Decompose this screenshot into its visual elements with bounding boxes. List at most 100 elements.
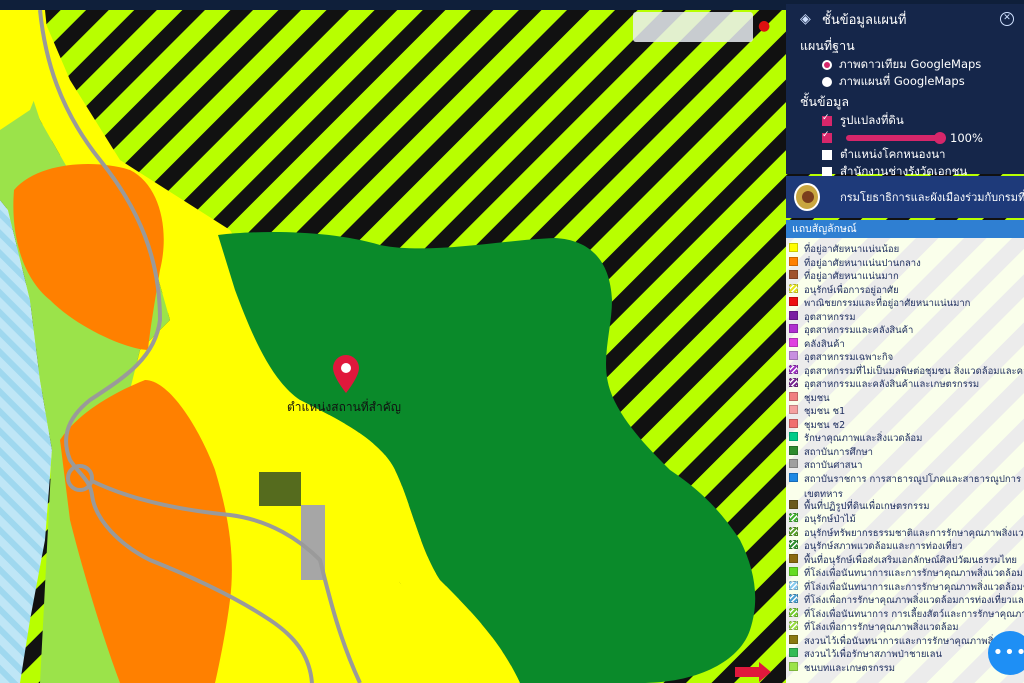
legend-swatch xyxy=(789,580,798,590)
legend-swatch xyxy=(789,445,798,455)
legend-swatch xyxy=(789,634,798,644)
radio-map[interactable] xyxy=(822,76,832,87)
legend-item: ที่โล่งเพื่อการรักษาคุณภาพสิ่งแวดล้อมการ… xyxy=(786,593,1024,607)
legend-item: อนุรักษ์ทรัพยากรธรรมชาติและการรักษาคุณภา… xyxy=(786,526,1024,540)
agency-text: กรมโยธาธิการและผังเมืองร่วมกับกรมที่ดิน xyxy=(840,191,1024,204)
legend-swatch xyxy=(789,513,798,522)
legend-title: แถบสัญลักษณ์ xyxy=(786,220,1024,238)
legend-item: ชนบทและเกษตรกรรม xyxy=(786,661,1024,675)
legend-swatch xyxy=(789,391,798,401)
legend-swatch xyxy=(789,607,798,617)
checkbox-khoknongna[interactable] xyxy=(822,149,832,160)
layer-section-title: ชั้นข้อมูล xyxy=(800,94,849,109)
close-icon[interactable]: ✕ xyxy=(1000,12,1014,26)
legend-item: อนุรักษ์เพื่อการอยู่อาศัย xyxy=(786,283,1024,297)
legend-swatch xyxy=(789,553,798,563)
legend-item: ที่โล่งเพื่อนันทนาการ การเลี้ยงสัตว์และก… xyxy=(786,607,1024,621)
radio-satellite[interactable] xyxy=(822,59,832,70)
more-button[interactable]: ••• xyxy=(988,631,1024,675)
red-arrow-icon xyxy=(735,662,771,682)
legend-swatch xyxy=(789,405,798,414)
layer-row-khoknongna[interactable]: ตำแหน่งโคกหนองนา xyxy=(786,146,1024,163)
legend-swatch xyxy=(789,337,798,347)
legend-swatch xyxy=(789,324,798,333)
layer-label: รูปแปลงที่ดิน xyxy=(840,112,904,127)
legend-item: คลังสินค้า xyxy=(786,337,1024,351)
base-option-label: ภาพแผนที่ GoogleMaps xyxy=(839,73,965,88)
legend-swatch xyxy=(789,567,798,576)
legend-list: ที่อยู่อาศัยหนาแน่นน้อย ที่อยู่อาศัยหนาแน… xyxy=(786,238,1024,674)
map-app: { "map": { "place_label": "ตำแหน่งสถานที… xyxy=(0,0,1024,683)
legend-swatch xyxy=(789,283,798,293)
legend-item: ที่โล่งเพื่อนันทนาการและการรักษาคุณภาพสิ… xyxy=(786,580,1024,594)
legend-swatch xyxy=(789,526,798,536)
land-reform-parcel xyxy=(259,472,301,506)
legend-swatch xyxy=(789,499,798,509)
opacity-slider[interactable] xyxy=(846,131,946,144)
legend-item: ชุมชน ช1 xyxy=(786,404,1024,418)
legend-swatch xyxy=(789,310,798,320)
base-map-section-title: แผนที่ฐาน xyxy=(800,38,855,53)
layers-icon: ◈ xyxy=(800,11,811,27)
legend-swatch xyxy=(789,621,798,630)
legend-item: อุตสาหกรรมและคลังสินค้า xyxy=(786,323,1024,337)
legend-swatch xyxy=(789,243,798,252)
legend-swatch xyxy=(789,270,798,279)
legend-label: สถาบันราชการ การสาธารณูปโภคและสาธารณูปกา… xyxy=(804,473,1022,500)
layer-panel: ◈ ชั้นข้อมูลแผนที่ ✕ แผนที่ฐาน ภาพดาวเที… xyxy=(786,4,1024,178)
legend-label: ชนบทและเกษตรกรรม xyxy=(804,662,896,674)
legend-item: สถาบันการศึกษา xyxy=(786,445,1024,459)
legend-item: อุตสาหกรรมเฉพาะกิจ xyxy=(786,350,1024,364)
legend-swatch xyxy=(789,648,798,657)
legend-swatch xyxy=(789,432,798,441)
legend-panel: แถบสัญลักษณ์ ที่อยู่อาศัยหนาแน่นน้อย ที่อ… xyxy=(786,220,1024,683)
legend-item: ชุมชน xyxy=(786,391,1024,405)
base-option-map[interactable]: ภาพแผนที่ GoogleMaps xyxy=(786,73,1024,90)
checkbox-parcels[interactable] xyxy=(822,113,832,126)
base-option-satellite[interactable]: ภาพดาวเทียม GoogleMaps xyxy=(786,56,1024,73)
legend-item: ที่อยู่อาศัยหนาแน่นมาก xyxy=(786,269,1024,283)
legend-item: สถาบันราชการ การสาธารณูปโภคและสาธารณูปกา… xyxy=(786,472,1022,500)
agency-logo xyxy=(794,183,821,211)
legend-item: ที่โล่งเพื่อการรักษาคุณภาพสิ่งแวดล้อม xyxy=(786,620,1024,634)
place-label: ตำแหน่งสถานที่สำคัญ xyxy=(287,400,401,414)
legend-item: รักษาคุณภาพและสิ่งแวดล้อม xyxy=(786,431,1024,445)
legend-item: ที่อยู่อาศัยหนาแน่นน้อย xyxy=(786,242,1024,256)
legend-swatch xyxy=(789,256,798,266)
legend-swatch xyxy=(789,594,798,603)
legend-swatch xyxy=(789,351,798,360)
legend-item: อนุรักษ์ป่าไม้ xyxy=(786,512,1024,526)
legend-item: อุตสาหกรรมและคลังสินค้าและเกษตรกรรม xyxy=(786,377,1024,391)
layer-panel-title: ชั้นข้อมูลแผนที่ xyxy=(822,12,907,28)
agency-banner: กรมโยธาธิการและผังเมืองร่วมกับกรมที่ดิน xyxy=(786,176,1024,218)
legend-item: อุตสาหกรรมที่ไม่เป็นมลพิษต่อชุมชน สิ่งแว… xyxy=(786,364,1024,378)
legend-swatch xyxy=(789,540,798,549)
checkbox-opacity-layer[interactable] xyxy=(822,130,832,143)
legend-label: อุตสาหกรรมและคลังสินค้าและเกษตรกรรม xyxy=(804,379,980,390)
legend-swatch xyxy=(789,418,798,428)
legend-item: พาณิชยกรรมและที่อยู่อาศัยหนาแน่นมาก xyxy=(786,296,1024,310)
legend-item: ชุมชน ช2 xyxy=(786,418,1024,432)
legend-item: สถาบันศาสนา xyxy=(786,458,1024,472)
legend-swatch xyxy=(789,459,798,468)
checkbox-private-surveyor[interactable] xyxy=(822,166,832,177)
legend-swatch xyxy=(789,364,798,374)
layer-row-parcels[interactable]: รูปแปลงที่ดิน xyxy=(786,112,1024,129)
legend-swatch xyxy=(789,661,798,671)
legend-item: อุตสาหกรรม xyxy=(786,310,1024,324)
legend-swatch xyxy=(789,297,798,306)
legend-swatch xyxy=(789,472,798,482)
base-option-label: ภาพดาวเทียม GoogleMaps xyxy=(839,56,982,71)
legend-item: ที่อยู่อาศัยหนาแน่นปานกลาง xyxy=(786,256,1024,270)
layer-panel-header: ◈ ชั้นข้อมูลแผนที่ xyxy=(786,4,1024,34)
opacity-value: 100% xyxy=(950,130,983,145)
legend-item: ที่โล่งเพื่อนันทนาการและการรักษาคุณภาพสิ… xyxy=(786,566,1024,580)
pin-icon[interactable]: ● xyxy=(758,18,774,34)
legend-item: อนุรักษ์สภาพแวดล้อมและการท่องเที่ยว xyxy=(786,539,1024,553)
layer-row-opacity[interactable]: 100% xyxy=(786,129,1024,146)
legend-item: พื้นที่อนุรักษ์เพื่อส่งเสริมเอกลักษณ์ศิล… xyxy=(786,553,1024,567)
legend-swatch xyxy=(789,378,798,387)
layer-label: ตำแหน่งโคกหนองนา xyxy=(840,146,946,161)
slider-knob[interactable] xyxy=(934,131,946,144)
search-input[interactable] xyxy=(633,12,753,42)
